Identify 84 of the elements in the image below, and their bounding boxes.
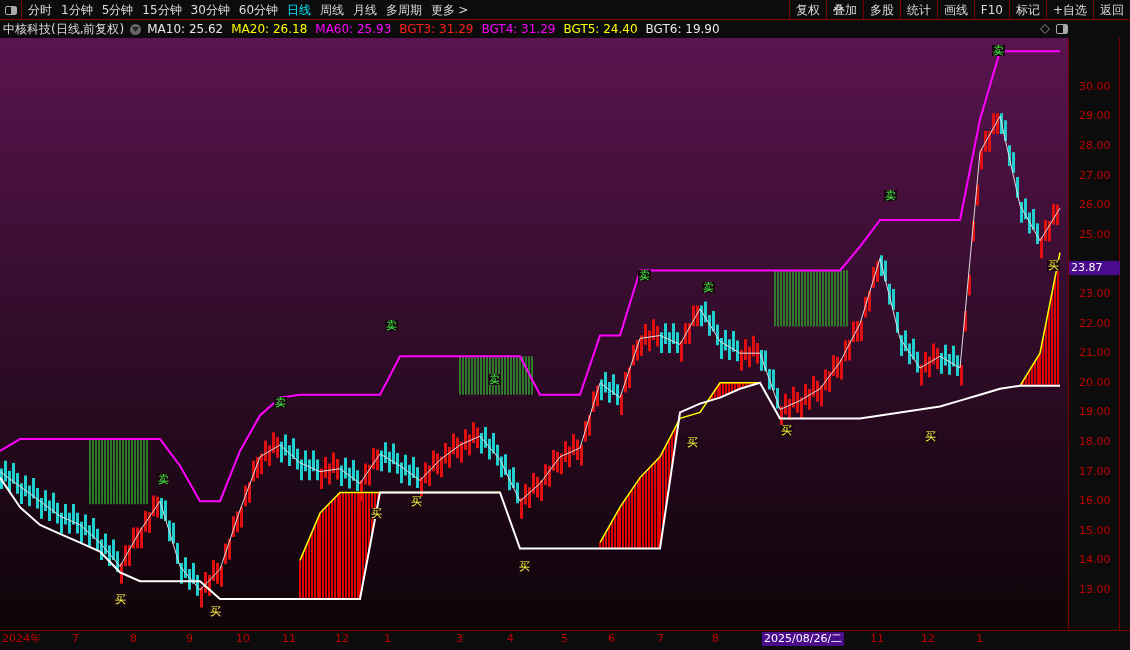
indicator-value: BGT4: 31.29 xyxy=(481,21,556,38)
price-tick-label: 25.00 xyxy=(1079,228,1111,240)
time-tick-label: 12 xyxy=(335,632,349,646)
period-tab[interactable]: 多周期 xyxy=(386,0,423,19)
time-tick-label: 12 xyxy=(921,632,935,646)
indicator-value: MA10: 25.62 xyxy=(147,21,224,38)
buy-signal-label: 买 xyxy=(114,594,127,606)
buy-signal-label: 买 xyxy=(370,508,383,520)
price-tick-label: 22.00 xyxy=(1079,317,1111,329)
stock-title: 中核科技(日线,前复权) xyxy=(3,21,125,38)
sell-signal-label: 卖 xyxy=(488,373,501,385)
panel-toggle-icon[interactable] xyxy=(1056,24,1068,34)
time-tick-label: 1 xyxy=(384,632,391,646)
time-tick-label: 6 xyxy=(608,632,615,646)
indicator-value: MA20: 26.18 xyxy=(231,21,308,38)
buy-signal-label: 买 xyxy=(410,496,423,508)
time-tick-label: 9 xyxy=(186,632,193,646)
buy-signal-label: 买 xyxy=(518,561,531,573)
time-tick-label: 4 xyxy=(507,632,514,646)
toolbar-button[interactable]: 画线 xyxy=(936,0,974,20)
period-tab[interactable]: 月线 xyxy=(353,0,378,19)
period-tab[interactable]: 1分钟 xyxy=(61,0,93,19)
price-tick-label: 15.00 xyxy=(1079,524,1111,536)
time-tick-label: 8 xyxy=(130,632,137,646)
toolbar-button[interactable]: 标记 xyxy=(1008,0,1046,20)
toolbar-button[interactable]: 复权 xyxy=(788,0,826,20)
period-tab[interactable]: 15分钟 xyxy=(142,0,182,19)
price-tick-label: 23.00 xyxy=(1079,288,1111,300)
buy-signal-label: 买 xyxy=(924,431,937,443)
price-tick-label: 19.00 xyxy=(1079,406,1111,418)
sell-signal-label: 卖 xyxy=(157,474,170,486)
sell-signal-label: 卖 xyxy=(638,270,651,282)
price-tick-label: 29.00 xyxy=(1079,110,1111,122)
period-tab[interactable]: 5分钟 xyxy=(101,0,134,19)
dropdown-icon[interactable] xyxy=(130,23,142,35)
price-tick-label: 18.00 xyxy=(1079,436,1111,448)
price-tick-label: 26.00 xyxy=(1079,199,1111,211)
indicator-value: BGT5: 24.40 xyxy=(563,21,638,38)
time-tick-label: 7 xyxy=(657,632,664,646)
buy-signal-label: 买 xyxy=(209,605,222,617)
price-tick-label: 27.00 xyxy=(1079,169,1111,181)
time-tick-label: 11 xyxy=(282,632,296,646)
sell-signal-label: 卖 xyxy=(884,190,897,202)
sell-signal-label: 卖 xyxy=(385,320,398,332)
current-date-label: 2025/08/26/二 xyxy=(762,632,845,646)
price-tick-label: 14.00 xyxy=(1079,554,1111,566)
toolbar-button[interactable]: +自选 xyxy=(1045,0,1093,20)
indicator-value: MA60: 25.93 xyxy=(315,21,392,38)
period-tab[interactable]: 日线 xyxy=(287,0,312,19)
toolbar-button[interactable]: 叠加 xyxy=(825,0,863,20)
period-tab[interactable]: 周线 xyxy=(320,0,345,19)
time-tick-label: 3 xyxy=(456,632,463,646)
time-tick-label: 1 xyxy=(976,632,983,646)
more-arrow[interactable]: > xyxy=(458,0,469,19)
current-price-label: 23.87 xyxy=(1069,261,1120,276)
buy-signal-label: 买 xyxy=(780,425,793,437)
time-tick-label: 11 xyxy=(870,632,884,646)
price-tick-label: 30.00 xyxy=(1079,80,1111,92)
toolbar-button[interactable]: F10 xyxy=(973,0,1009,20)
sell-signal-label: 卖 xyxy=(702,282,715,293)
time-tick-label: 7 xyxy=(72,632,79,646)
sell-signal-label: 卖 xyxy=(274,397,287,409)
buy-signal-label: 买 xyxy=(1047,259,1060,271)
price-tick-label: 17.00 xyxy=(1079,465,1111,477)
price-tick-label: 13.00 xyxy=(1079,584,1111,596)
toolbar-button[interactable]: 多股 xyxy=(862,0,900,20)
time-tick-label: 2024年 xyxy=(2,632,41,646)
price-tick-label: 16.00 xyxy=(1079,495,1111,507)
indicator-value: BGT3: 31.29 xyxy=(399,21,474,38)
buy-signal-label: 买 xyxy=(686,437,699,449)
time-tick-label: 8 xyxy=(712,632,719,646)
toolbar-button[interactable]: 统计 xyxy=(899,0,937,20)
period-tab[interactable]: 分时 xyxy=(28,0,52,19)
price-tick-label: 21.00 xyxy=(1079,347,1111,359)
indicator-value: BGT6: 19.90 xyxy=(645,21,720,38)
time-tick-label: 10 xyxy=(236,632,250,646)
period-tab[interactable]: 60分钟 xyxy=(238,0,279,19)
toolbar-button[interactable]: 返回 xyxy=(1093,0,1130,20)
sell-signal-label: 卖 xyxy=(992,45,1005,57)
time-tick-label: 5 xyxy=(561,632,568,646)
price-tick-label: 28.00 xyxy=(1079,140,1111,152)
price-tick-label: 20.00 xyxy=(1079,376,1111,388)
period-tab[interactable]: 30分钟 xyxy=(190,0,230,19)
period-tab[interactable]: 更多 xyxy=(431,0,456,19)
